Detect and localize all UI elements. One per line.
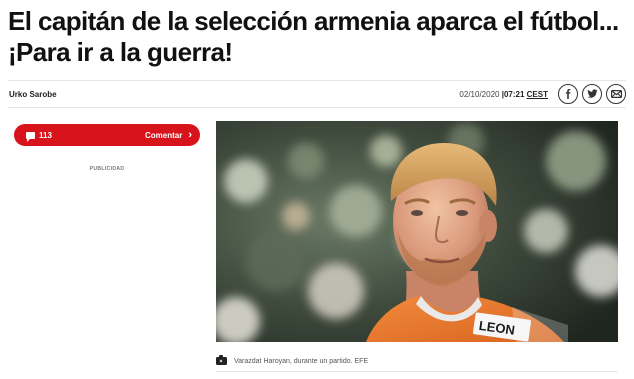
email-share-button[interactable]	[606, 84, 626, 104]
publish-date: 02/10/2020	[459, 89, 500, 99]
comment-count-group: 113	[26, 130, 52, 142]
twitter-share-button[interactable]	[582, 84, 602, 104]
article-photo[interactable]: LEON	[216, 121, 618, 342]
article-headline: El capitán de la selección armenia aparc…	[8, 6, 619, 67]
caption-divider	[216, 371, 618, 372]
byline-bar: Urko Sarobe 02/10/2020 |07:21 CEST	[8, 80, 626, 108]
byline-meta: 02/10/2020 |07:21 CEST	[459, 84, 626, 104]
twitter-icon	[586, 89, 597, 98]
camera-icon	[216, 355, 227, 365]
comment-button[interactable]: 113 Comentar ›	[14, 124, 200, 146]
facebook-share-button[interactable]	[558, 84, 578, 104]
photo-caption: Varazdat Haroyan, durante un partido. EF…	[216, 352, 618, 370]
timezone-label: CEST	[526, 89, 548, 99]
comment-label: Comentar	[144, 130, 183, 140]
author-name[interactable]: Urko Sarobe	[8, 90, 57, 99]
caption-text: Varazdat Haroyan, durante un partido. EF…	[234, 357, 369, 365]
chevron-right-icon: ›	[188, 128, 192, 141]
publish-datetime: 02/10/2020 |07:21 CEST	[459, 90, 548, 99]
comment-count: 113	[39, 130, 52, 140]
comment-label-group: Comentar ›	[144, 128, 192, 141]
player-photo: LEON	[216, 121, 618, 342]
comment-bubble-icon	[26, 131, 35, 142]
facebook-icon	[565, 89, 571, 99]
ad-label: PUBLICIDAD	[89, 166, 125, 172]
publish-time: 07:21	[503, 89, 525, 99]
email-icon	[610, 90, 622, 98]
